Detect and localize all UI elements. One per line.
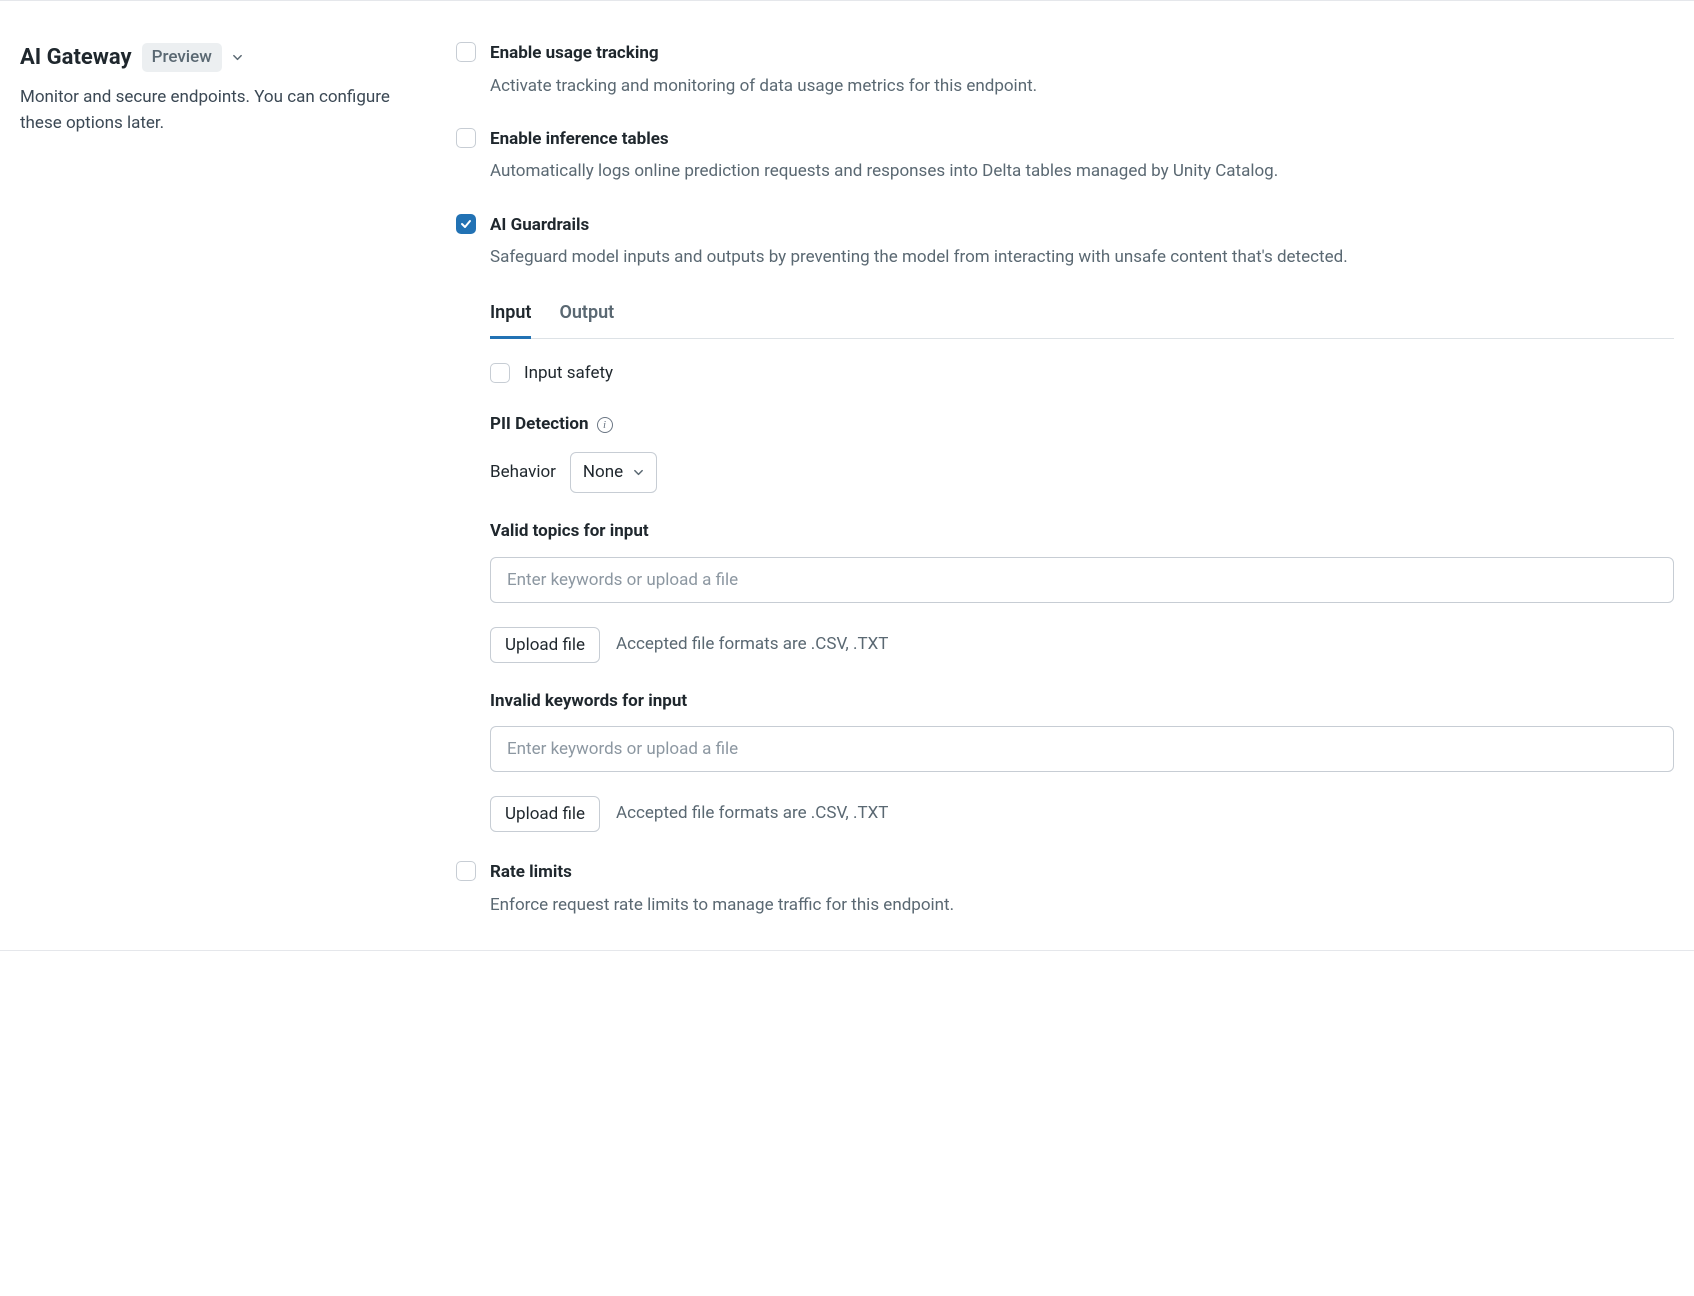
chevron-down-icon[interactable] [232,52,243,63]
ai-guardrails-description: Safeguard model inputs and outputs by pr… [490,244,1674,270]
info-icon[interactable]: i [597,417,613,433]
invalid-keywords-upload-hint: Accepted file formats are .CSV, .TXT [616,801,888,827]
rate-limits-title: Rate limits [490,860,1674,886]
tab-input[interactable]: Input [490,291,531,339]
behavior-label: Behavior [490,460,556,486]
usage-tracking-checkbox[interactable] [456,42,476,62]
input-safety-label: Input safety [524,361,613,387]
inference-tables-title: Enable inference tables [490,127,1674,153]
pii-detection-title-text: PII Detection [490,412,589,438]
pii-detection-title: PII Detection i [490,412,1674,438]
ai-guardrails-checkbox[interactable] [456,214,476,234]
valid-topics-input[interactable] [490,557,1674,603]
usage-tracking-description: Activate tracking and monitoring of data… [490,73,1674,99]
section-description: Monitor and secure endpoints. You can co… [20,84,400,137]
preview-badge: Preview [142,43,222,73]
guardrails-tabs: Input Output [490,291,1674,339]
section-title: AI Gateway [20,41,132,74]
valid-topics-upload-hint: Accepted file formats are .CSV, .TXT [616,632,888,658]
valid-topics-upload-button[interactable]: Upload file [490,627,600,663]
input-safety-checkbox[interactable] [490,363,510,383]
behavior-select[interactable]: None [570,452,657,494]
tab-output[interactable]: Output [559,291,614,339]
invalid-keywords-upload-button[interactable]: Upload file [490,796,600,832]
valid-topics-title: Valid topics for input [490,519,1674,545]
ai-guardrails-title: AI Guardrails [490,213,1674,239]
invalid-keywords-input[interactable] [490,726,1674,772]
chevron-down-icon [633,467,644,478]
rate-limits-description: Enforce request rate limits to manage tr… [490,892,1674,918]
usage-tracking-title: Enable usage tracking [490,41,1674,67]
behavior-value: None [583,460,623,486]
invalid-keywords-title: Invalid keywords for input [490,689,1674,715]
checkmark-icon [460,218,472,230]
rate-limits-checkbox[interactable] [456,861,476,881]
inference-tables-description: Automatically logs online prediction req… [490,158,1674,184]
inference-tables-checkbox[interactable] [456,128,476,148]
